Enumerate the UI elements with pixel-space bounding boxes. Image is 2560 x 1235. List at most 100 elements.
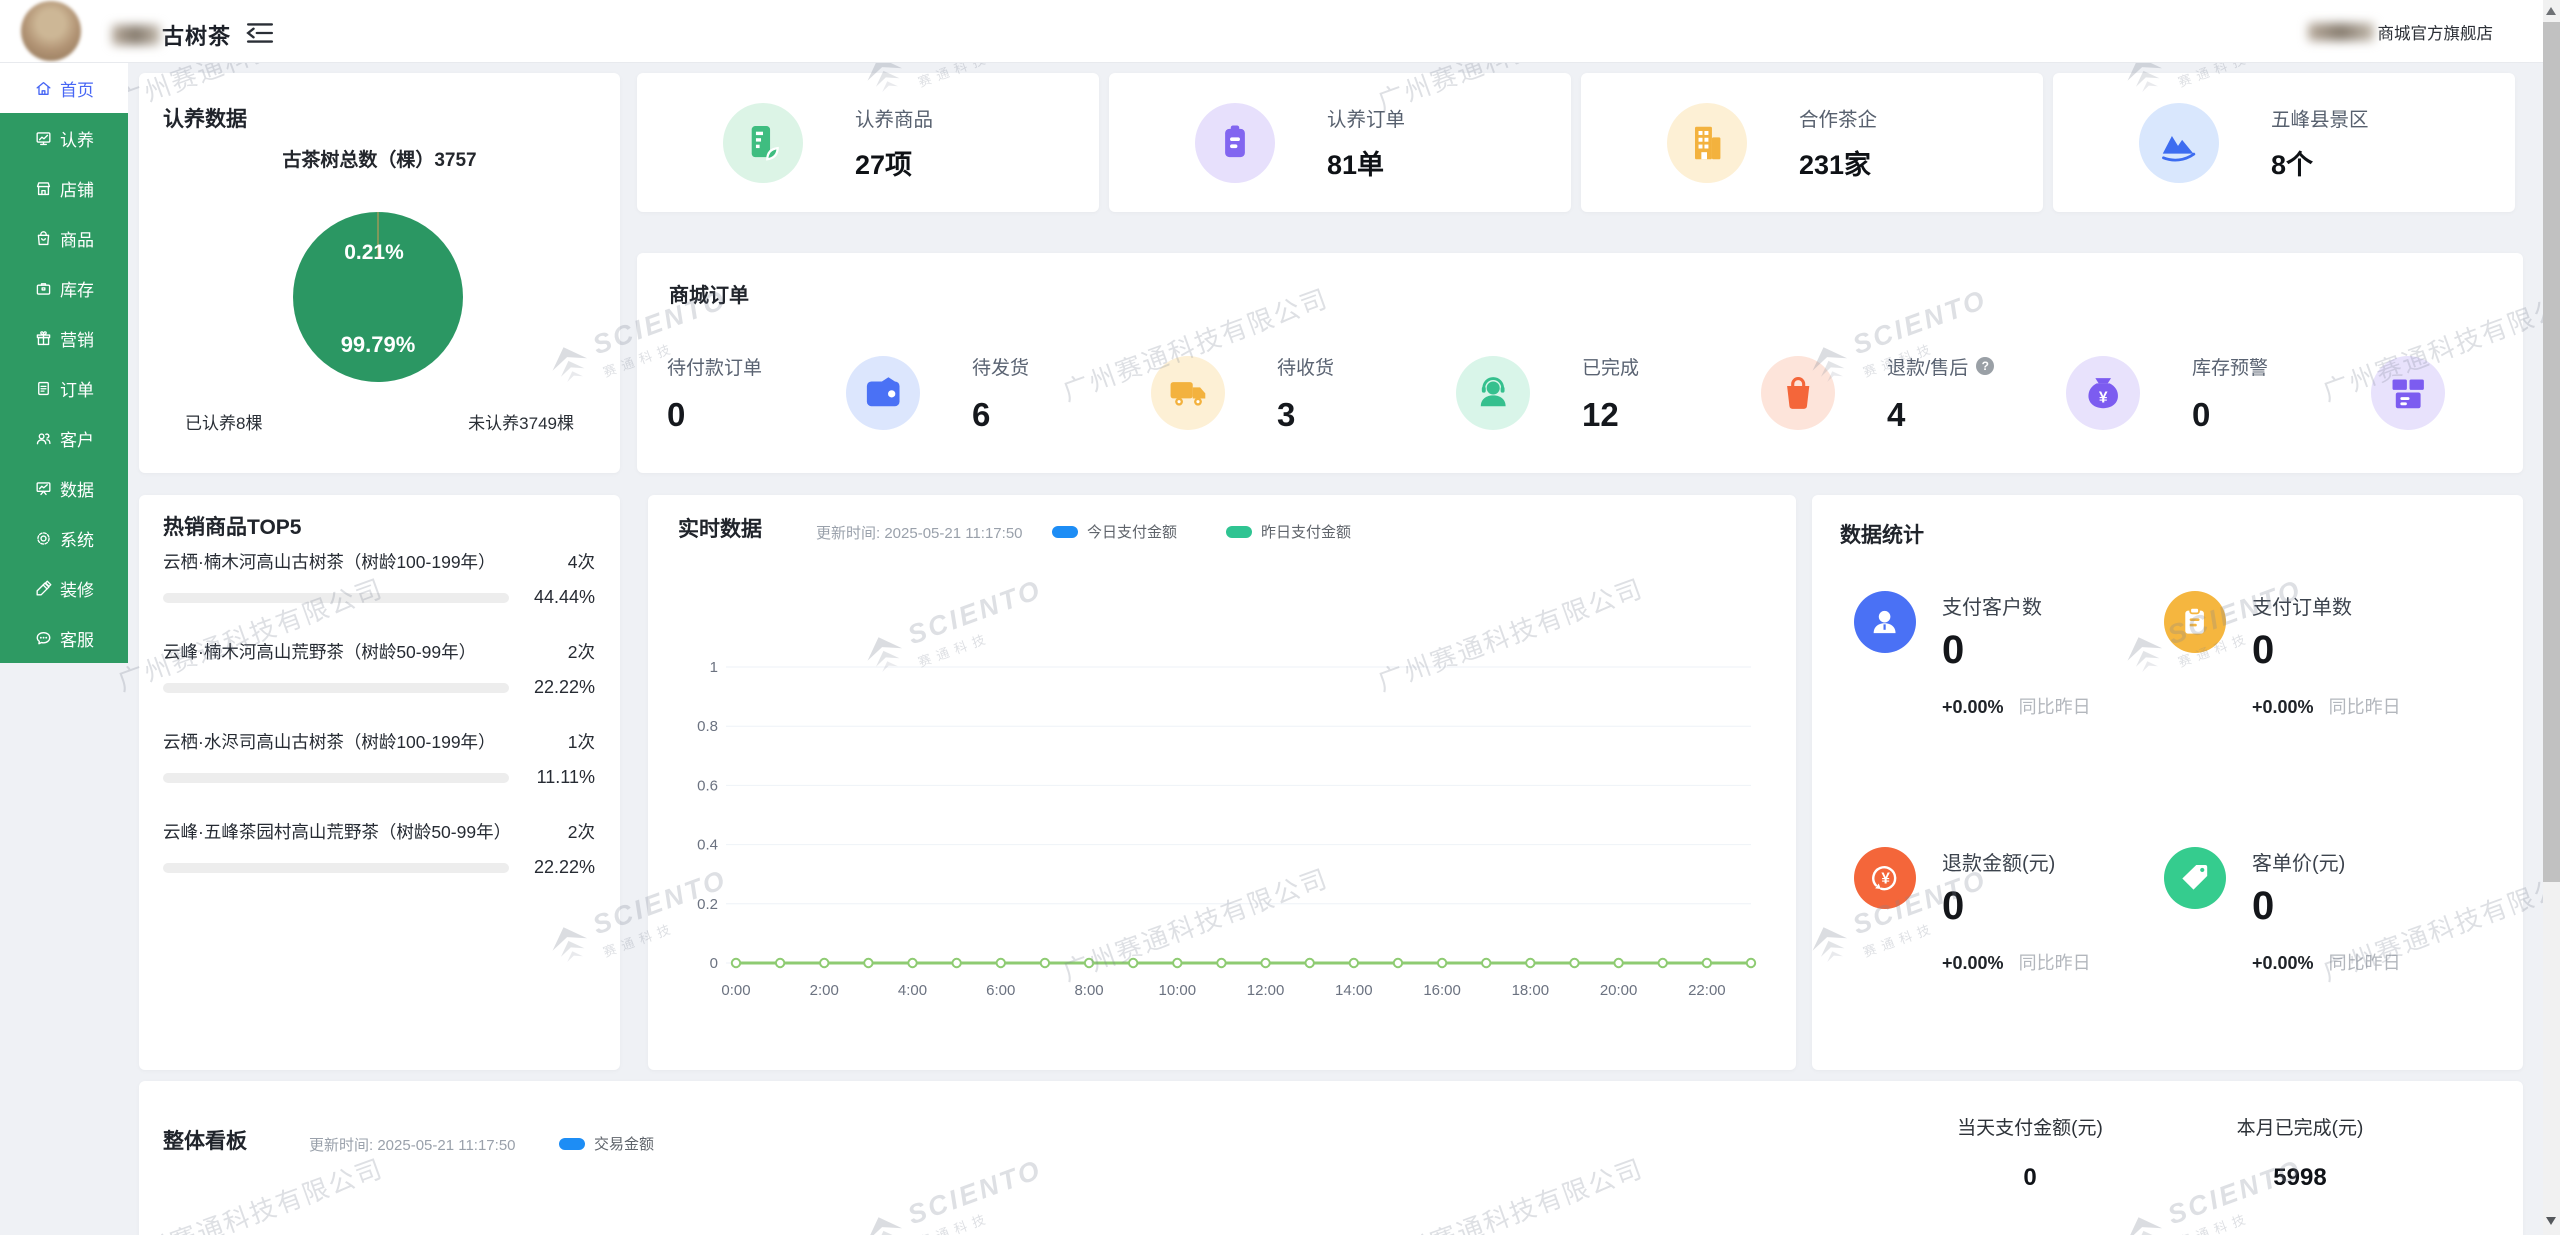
legend-pill-today — [1052, 526, 1078, 538]
legend-today-pay[interactable]: 今日支付金额 — [1052, 521, 1177, 542]
month-completed-value: 5998 — [2180, 1164, 2420, 1192]
realtime-line-chart: 00.20.40.60.810:002:004:006:008:0010:001… — [656, 595, 1788, 1060]
mall-stat-pending-shipment[interactable]: 待发货 6 — [972, 335, 1277, 451]
data-stat-delta: +0.00% — [1942, 697, 2004, 717]
stock-icon — [34, 279, 53, 298]
mall-stat-completed[interactable]: 已完成 12 — [1582, 335, 1887, 451]
sidebar-item-system[interactable]: 系统 — [0, 513, 128, 563]
legend-yesterday-pay[interactable]: 昨日支付金额 — [1226, 521, 1351, 542]
scenic-icon — [2139, 103, 2219, 183]
top5-goods-percent: 44.44% — [509, 587, 595, 608]
vertical-scrollbar[interactable] — [2543, 0, 2560, 1235]
mall-stat-pending-payment[interactable]: 待付款订单 0 — [667, 335, 972, 451]
mall-orders-title: 商城订单 — [669, 279, 749, 308]
svg-text:6:00: 6:00 — [986, 982, 1015, 999]
sidebar-item-customers[interactable]: 客户 — [0, 413, 128, 463]
goods-icon — [34, 229, 53, 248]
data-stat-delta: +0.00% — [1942, 953, 2004, 973]
stat-card-label: 合作茶企 — [1799, 103, 1877, 132]
svg-text:0: 0 — [710, 955, 718, 972]
brand-name: 古树茶 — [162, 19, 231, 51]
legend-pill-trade — [559, 1138, 585, 1150]
sidebar-item-marketing[interactable]: 营销 — [0, 313, 128, 363]
data-stat-refund-amount: ¥ 退款金额(元) 0 +0.00% 同比昨日 — [1854, 847, 2091, 975]
sidebar-item-data[interactable]: 数据 — [0, 463, 128, 513]
top5-row: 云峰·五峰茶园村高山荒野茶（树龄50-99年） 2次 22.22% — [163, 819, 595, 878]
stat-card-label: 认养订单 — [1327, 103, 1405, 132]
sidebar-item-home[interactable]: 首页 — [0, 63, 128, 113]
sidebar-item-orders[interactable]: 订单 — [0, 363, 128, 413]
svg-text:12:00: 12:00 — [1247, 982, 1285, 999]
svg-text:0.8: 0.8 — [697, 718, 718, 735]
top5-progress-track — [163, 593, 509, 603]
realtime-title: 实时数据 — [678, 513, 762, 543]
overview-updated-time: 更新时间: 2025-05-21 11:17:50 — [309, 1134, 516, 1155]
today-pay-amount-value: 0 — [1910, 1164, 2150, 1192]
stat-card-tea-company[interactable]: 合作茶企 231家 — [1581, 73, 2043, 212]
sidebar-item-service[interactable]: 客服 — [0, 613, 128, 663]
sidebar-item-goods[interactable]: 商品 — [0, 213, 128, 263]
svg-text:¥: ¥ — [1882, 871, 1891, 888]
mall-stat-pending-receipt[interactable]: 待收货 3 — [1277, 335, 1582, 451]
help-icon[interactable]: ? — [1976, 357, 1994, 375]
data-stat-label: 支付订单数 — [2252, 591, 2401, 620]
svg-text:14:00: 14:00 — [1335, 982, 1373, 999]
sidebar-item-label: 系统 — [60, 526, 94, 551]
sidebar-collapse-icon[interactable] — [246, 21, 274, 45]
warning-box-icon — [2371, 356, 2445, 430]
realtime-updated-time: 更新时间: 2025-05-21 11:17:50 — [816, 522, 1023, 543]
svg-text:0.4: 0.4 — [697, 837, 718, 854]
overview-board-card: 整体看板 更新时间: 2025-05-21 11:17:50 交易金额 当天支付… — [139, 1081, 2523, 1235]
top5-goods-name: 云峰·五峰茶园村高山荒野茶（树龄50-99年） — [163, 819, 511, 844]
redacted-store-prefix — [2308, 23, 2374, 41]
svg-text:20:00: 20:00 — [1600, 982, 1638, 999]
stat-card-scenic[interactable]: 五峰县景区 8个 — [2053, 73, 2515, 212]
svg-text:0.6: 0.6 — [697, 777, 718, 794]
stat-card-label: 认养商品 — [855, 103, 933, 132]
pie-legend-unadopted: 未认养3749棵 — [468, 409, 574, 434]
sidebar-item-adopt[interactable]: 认养 — [0, 113, 128, 163]
orders-icon — [34, 379, 53, 398]
sidebar-item-decorate[interactable]: 装修 — [0, 563, 128, 613]
legend-trade-amount[interactable]: 交易金额 — [559, 1133, 654, 1154]
mall-stat-value: 4 — [1887, 396, 1994, 434]
top5-progress-track — [163, 683, 509, 693]
stat-card-adopt-orders[interactable]: 认养订单 81单 — [1109, 73, 1571, 212]
mall-stat-refund-aftersale[interactable]: 退款/售后? 4 ¥ — [1887, 335, 2192, 451]
svg-text:0:00: 0:00 — [721, 982, 750, 999]
mall-stat-label: 退款/售后 — [1887, 353, 1968, 380]
sidebar-item-label: 数据 — [60, 476, 94, 501]
data-stat-delta: +0.00% — [2252, 953, 2314, 973]
scrollbar-thumb[interactable] — [2543, 22, 2560, 882]
sidebar-item-shop[interactable]: 店铺 — [0, 163, 128, 213]
top5-goods-count: 2次 — [568, 819, 595, 844]
system-icon — [34, 529, 53, 548]
top5-goods-percent: 11.11% — [509, 767, 595, 788]
data-stat-pay-customers: 支付客户数 0 +0.00% 同比昨日 — [1854, 591, 2091, 719]
svg-text:1: 1 — [710, 659, 718, 676]
brand-title: 古树茶 — [112, 19, 231, 51]
adoption-card-title: 认养数据 — [163, 103, 247, 133]
top5-goods-name: 云峰·楠木河高山荒野茶（树龄50-99年） — [163, 639, 476, 664]
sidebar-item-stock[interactable]: 库存 — [0, 263, 128, 313]
hot-goods-top5-card: 热销商品TOP5 云栖·楠木河高山古树茶（树龄100-199年） 4次 44.4… — [139, 495, 620, 1070]
stat-card-value: 231家 — [1799, 143, 1877, 182]
top5-goods-count: 2次 — [568, 639, 595, 664]
mall-stat-value: 0 — [2192, 396, 2268, 434]
top5-progress-track — [163, 773, 509, 783]
legend-label-yesterday: 昨日支付金额 — [1261, 521, 1351, 542]
mall-stat-value: 6 — [972, 396, 1029, 434]
stat-card-adopt-goods[interactable]: 认养商品 27项 — [637, 73, 1099, 212]
sidebar-item-label: 装修 — [60, 576, 94, 601]
data-stat-label: 客单价(元) — [2252, 847, 2401, 876]
store-name: 商城官方旗舰店 — [2378, 20, 2494, 44]
mall-stat-stock-warning[interactable]: 库存预警 0 — [2192, 335, 2497, 451]
data-stat-label: 支付客户数 — [1942, 591, 2091, 620]
refund-icon: ¥ — [1854, 847, 1916, 909]
scrollbar-up-arrow-icon[interactable] — [2543, 4, 2560, 20]
top5-goods-name: 云栖·楠木河高山古树茶（树龄100-199年） — [163, 549, 496, 574]
scrollbar-down-arrow-icon[interactable] — [2543, 1213, 2560, 1229]
sidebar-item-label: 营销 — [60, 326, 94, 351]
sidebar: 首页 认养 店铺 商品 库存 营销 订单 客户 数据 系统 装修 客服 — [0, 63, 128, 663]
svg-text:16:00: 16:00 — [1423, 982, 1461, 999]
